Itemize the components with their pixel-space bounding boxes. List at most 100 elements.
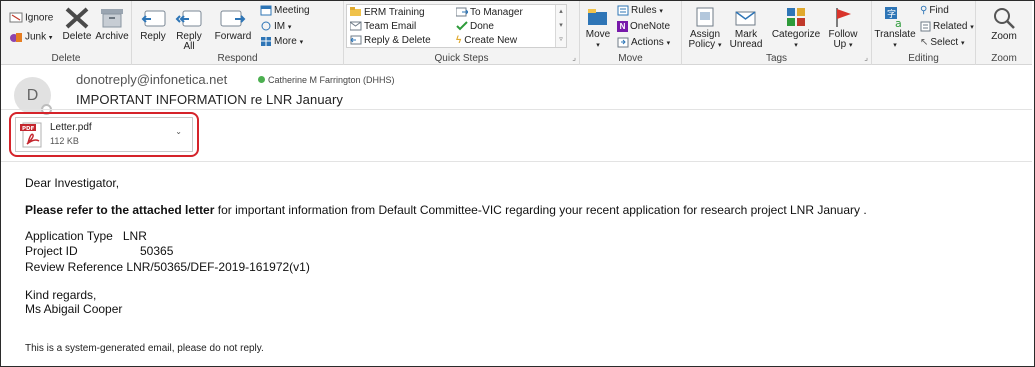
group-label-zoom: Zoom (991, 53, 1017, 64)
junk-icon (10, 33, 22, 42)
translate-button[interactable]: 字 a Translate ▾ (874, 6, 916, 51)
pdf-icon-label: PDF (22, 126, 35, 132)
recipient[interactable]: Catherine M Farrington (DHHS) (258, 75, 395, 85)
pdf-file-icon: PDF (20, 122, 42, 148)
chevron-down-icon: ▾ (287, 24, 292, 32)
reply-icon (141, 10, 166, 27)
quick-step-done[interactable]: Done (456, 21, 494, 32)
forward-icon (220, 10, 246, 27)
chevron-down-icon: ▾ (596, 42, 600, 49)
chevron-down-icon: ▾ (893, 42, 897, 49)
refer-rest-text: for important information from Default C… (214, 203, 867, 217)
review-ref-row: Review Reference LNR/50365/DEF-2019-1619… (25, 260, 310, 274)
move-folder-icon (588, 9, 607, 25)
attachment-divider (1, 161, 1032, 162)
select-button[interactable]: ↖ Select ▾ (920, 37, 964, 49)
meeting-button[interactable]: Meeting (260, 5, 310, 16)
review-ref-value: LNR/50365/DEF-2019-161972(v1) (126, 260, 310, 274)
chevron-down-icon: ▾ (659, 8, 663, 16)
assign-policy-button[interactable]: Assign Policy ▾ (686, 6, 724, 51)
move-group: Move ▾ Rules ▾ N OneNote Actions ▾ Move (580, 1, 682, 65)
regards: Kind regards, (25, 288, 97, 302)
folder-arrow-icon (350, 7, 361, 17)
attachment-dropdown-icon[interactable]: ⌄ (175, 127, 182, 136)
attachment-name: Letter.pdf (50, 122, 92, 133)
onenote-button[interactable]: N OneNote (617, 21, 670, 32)
group-label-editing: Editing (908, 53, 939, 64)
chevron-down-icon: ▾ (970, 24, 974, 32)
archive-button[interactable]: Archive (95, 6, 129, 42)
im-button[interactable]: IM ▾ (260, 21, 291, 33)
lightning-icon: ϟ (456, 35, 462, 46)
delete-group: Ignore Junk ▾ Delete Archive Delete (1, 1, 132, 65)
recipient-name: Catherine M Farrington (DHHS) (268, 75, 395, 85)
reply-all-icon (175, 10, 202, 27)
project-id-value: 50365 (140, 244, 174, 258)
quick-step-erm-training[interactable]: ERM Training (350, 7, 425, 18)
chevron-down-icon: ▾ (960, 40, 965, 47)
translate-icon: 字 a (885, 7, 902, 28)
categorize-icon (787, 8, 805, 26)
delete-button[interactable]: Delete (60, 6, 94, 42)
chevron-down-icon: ▾ (299, 39, 304, 47)
im-chat-icon (261, 21, 271, 31)
footer-note: This is a system-generated email, please… (25, 343, 264, 354)
zoom-magnifier-icon (994, 8, 1015, 29)
dialog-launcher-icon[interactable]: ⌟ (572, 53, 576, 62)
rules-button[interactable]: Rules ▾ (617, 5, 663, 17)
app-type-row: Application Type LNR (25, 229, 147, 243)
chevron-down-icon: ▾ (849, 42, 853, 49)
follow-up-button[interactable]: Follow Up ▾ (823, 6, 863, 51)
quick-step-reply-delete[interactable]: Reply & Delete (350, 35, 431, 46)
chevron-down-icon: ▾ (666, 40, 671, 48)
tags-group: Assign Policy ▾ Mark Unread Categorize ▾ Fo… (682, 1, 872, 65)
related-button[interactable]: Related ▾ (920, 21, 974, 33)
group-label-tags: Tags (765, 53, 788, 64)
project-id-label: Project ID (25, 244, 78, 258)
group-label-quick-steps: Quick Steps (434, 53, 489, 64)
more-respond-button[interactable]: More ▾ (260, 36, 303, 48)
zoom-button[interactable]: Zoom (984, 6, 1024, 42)
related-icon (920, 21, 931, 32)
move-button[interactable]: Move ▾ (583, 6, 613, 51)
sender-address[interactable]: donotreply@infonetica.net (76, 72, 227, 87)
app-type-value: LNR (122, 229, 147, 243)
junk-button[interactable]: Junk ▾ (9, 31, 52, 44)
chevron-down-icon: ▾ (48, 34, 53, 42)
greeting: Dear Investigator, (25, 176, 120, 190)
more-grid-icon (261, 37, 271, 46)
group-label-move: Move (618, 53, 643, 64)
mark-unread-button[interactable]: Mark Unread (727, 6, 765, 50)
app-type-label: Application Type (25, 229, 113, 243)
ignore-button[interactable]: Ignore (9, 12, 53, 24)
policy-icon (696, 7, 714, 27)
project-id-row: Project ID 50365 (25, 244, 173, 258)
flag-icon (836, 8, 851, 27)
forward-envelope-icon (456, 7, 468, 17)
reply-delete-icon (350, 35, 362, 45)
quick-steps-scroll[interactable]: ▴ ▾ ▿ (555, 5, 566, 47)
presence-dot-icon (258, 76, 265, 83)
chevron-down-icon: ▾ (794, 42, 798, 49)
find-button[interactable]: ⚲ Find (920, 5, 949, 16)
quick-step-team-email[interactable]: Team Email (350, 21, 416, 32)
reply-all-button[interactable]: Reply All (172, 6, 206, 52)
quick-step-create-new[interactable]: ϟ Create New (456, 35, 517, 46)
archive-box-icon (101, 9, 123, 28)
forward-button[interactable]: Forward (212, 6, 254, 42)
signature: Ms Abigail Cooper (25, 302, 123, 316)
respond-group: Reply Reply All Forward Meeting IM ▾ Mor… (132, 1, 344, 65)
attachment-card[interactable]: PDF Letter.pdf 112 KB ⌄ (15, 117, 193, 152)
dialog-launcher-icon[interactable]: ⌟ (864, 53, 868, 62)
ignore-icon (9, 12, 23, 23)
group-label-respond: Respond (217, 53, 258, 64)
quick-step-to-manager[interactable]: To Manager (456, 7, 523, 18)
zoom-group: Zoom Zoom (976, 1, 1032, 65)
cursor-icon: ↖ (920, 37, 929, 48)
reply-button[interactable]: Reply (136, 6, 170, 42)
categorize-button[interactable]: Categorize ▾ (771, 6, 821, 51)
delete-x-icon (65, 7, 89, 29)
chevron-down-icon: ▾ (717, 42, 722, 49)
actions-button[interactable]: Actions ▾ (617, 37, 670, 49)
editing-group: 字 a Translate ▾ ⚲ Find Related ▾ ↖ Select ▾… (872, 1, 976, 65)
